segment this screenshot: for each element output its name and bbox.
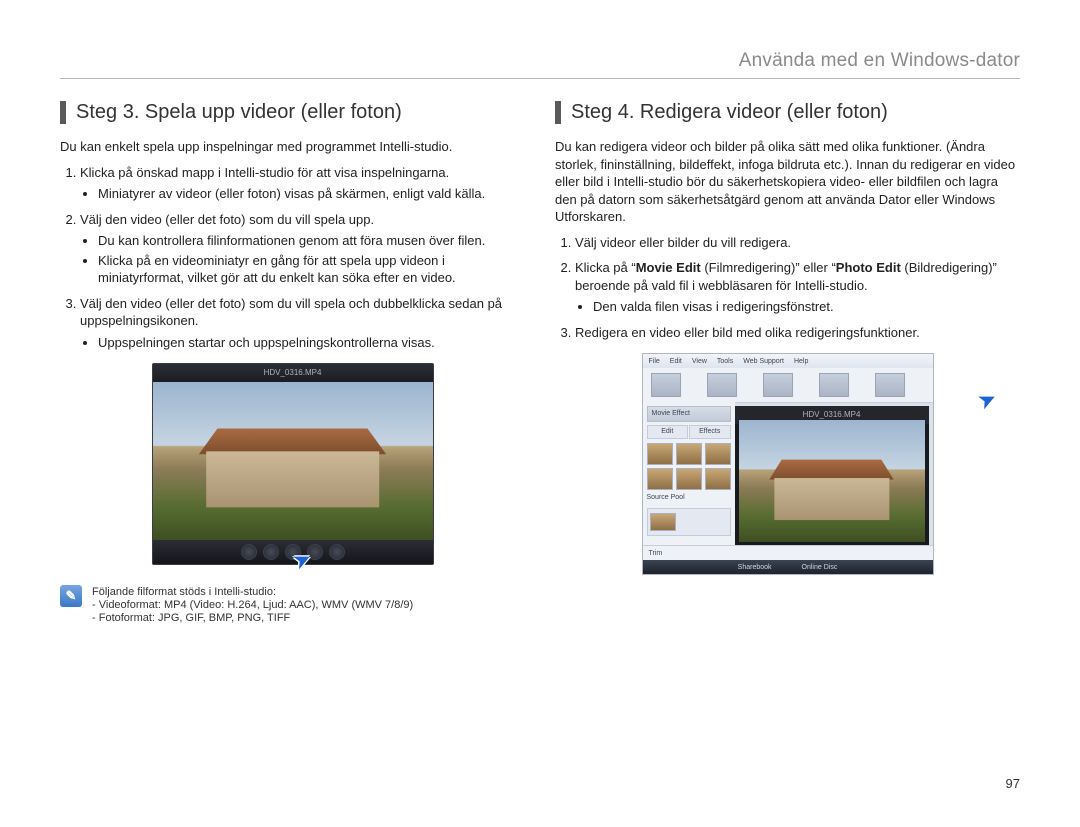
sub-item: Du kan kontrollera filinformationen geno…: [98, 232, 525, 250]
wall-shape: [206, 452, 380, 507]
panel-tabs: Edit Effects: [647, 425, 731, 439]
sub-item: Miniatyrer av videor (eller foton) visas…: [98, 185, 525, 203]
sublist: Den valda filen visas i redigeringsfönst…: [575, 298, 1020, 316]
format-note: ✎ Följande filformat stöds i Intelli-stu…: [60, 585, 525, 624]
editor-footer: Sharebook Online Disc: [643, 560, 933, 574]
effects-panel: Movie Effect Edit Effects: [643, 402, 735, 546]
list-item: Välj videor eller bilder du vill rediger…: [575, 234, 1020, 252]
pool-thumb[interactable]: [650, 513, 676, 531]
editor-body: Movie Effect Edit Effects: [643, 402, 933, 546]
list-item: Välj den video (eller det foto) som du v…: [80, 211, 525, 287]
effect-thumb[interactable]: [705, 443, 731, 465]
note-title: Följande filformat stöds i Intelli-studi…: [92, 586, 413, 598]
timeline-clip[interactable]: [651, 373, 681, 397]
sharebook-button[interactable]: Sharebook: [738, 564, 772, 571]
house-image: [206, 422, 380, 507]
player-controls: [153, 540, 433, 564]
house-image: [774, 455, 889, 521]
preview-image: [739, 420, 925, 542]
editor-menubar: File Edit View Tools Web Support Help: [643, 354, 933, 368]
section-header: Använda med en Windows-dator: [60, 50, 1020, 79]
play-pause-icon[interactable]: [285, 544, 301, 560]
skip-back-icon[interactable]: [241, 544, 257, 560]
left-column: Steg 3. Spela upp videor (eller foton) D…: [60, 101, 525, 624]
tab-edit[interactable]: Edit: [647, 425, 689, 439]
sub-item: Klicka på en videominiatyr en gång för a…: [98, 252, 525, 287]
menu-item[interactable]: File: [649, 358, 660, 365]
timeline-clip[interactable]: [707, 373, 737, 397]
forward-icon[interactable]: [307, 544, 323, 560]
menu-item[interactable]: View: [692, 358, 707, 365]
note-line: - Videoformat: MP4 (Video: H.264, Ljud: …: [92, 599, 413, 611]
video-frame: [153, 382, 433, 540]
header-title: Använda med en Windows-dator: [739, 50, 1020, 71]
roof-shape: [769, 455, 894, 480]
tab-effects[interactable]: Effects: [689, 425, 731, 439]
list-item: Klicka på “Movie Edit (Filmredigering)” …: [575, 259, 1020, 316]
source-pool: [647, 508, 731, 536]
video-player-window: HDV_0316.MP4: [152, 363, 434, 565]
step-text: Välj den video (eller det foto) som du v…: [80, 296, 502, 329]
editor-screenshot: File Edit View Tools Web Support Help: [555, 353, 1020, 575]
step3-heading: Steg 3. Spela upp videor (eller foton): [60, 101, 525, 124]
step-text-prefix: Klicka på “: [575, 260, 636, 275]
document-page: Använda med en Windows-dator Steg 3. Spe…: [0, 0, 1080, 827]
editor-toolbar: Trim: [643, 545, 933, 560]
skip-forward-icon[interactable]: [329, 544, 345, 560]
video-player-screenshot: HDV_0316.MP4 ➤: [60, 363, 525, 565]
editor-window: File Edit View Tools Web Support Help: [642, 353, 934, 575]
step3-list: Klicka på önskad mapp i Intelli-studio f…: [60, 164, 525, 352]
right-column: Steg 4. Redigera videor (eller foton) Du…: [555, 101, 1020, 624]
cursor-arrow-icon: ➤: [973, 385, 1001, 416]
effect-thumb[interactable]: [676, 468, 702, 490]
menu-item[interactable]: Edit: [670, 358, 682, 365]
sub-item: Uppspelningen startar och uppspelningsko…: [98, 334, 525, 352]
menu-item[interactable]: Help: [794, 358, 808, 365]
roof-shape: [199, 422, 386, 454]
sub-item: Den valda filen visas i redigeringsfönst…: [593, 298, 1020, 316]
effect-thumb[interactable]: [676, 443, 702, 465]
note-content: Följande filformat stöds i Intelli-studi…: [92, 585, 413, 624]
sublist: Du kan kontrollera filinformationen geno…: [80, 232, 525, 287]
step4-list: Välj videor eller bilder du vill rediger…: [555, 234, 1020, 342]
effect-thumb[interactable]: [705, 468, 731, 490]
effect-thumb[interactable]: [647, 443, 673, 465]
page-number: 97: [1006, 776, 1020, 791]
online-disc-button[interactable]: Online Disc: [802, 564, 838, 571]
step4-heading: Steg 4. Redigera videor (eller foton): [555, 101, 1020, 124]
timeline-clip[interactable]: [875, 373, 905, 397]
step3-intro: Du kan enkelt spela upp inspelningar med…: [60, 138, 525, 156]
source-pool-label: Source Pool: [647, 494, 731, 506]
editor-timeline: [643, 368, 933, 403]
effect-thumbnails: [647, 443, 731, 490]
step-text: Klicka på önskad mapp i Intelli-studio f…: [80, 165, 449, 180]
sublist: Uppspelningen startar och uppspelningsko…: [80, 334, 525, 352]
rewind-icon[interactable]: [263, 544, 279, 560]
step-text-mid: (Filmredigering)” eller “: [701, 260, 836, 275]
timeline-clip[interactable]: [763, 373, 793, 397]
timeline-clip[interactable]: [819, 373, 849, 397]
sublist: Miniatyrer av videor (eller foton) visas…: [80, 185, 525, 203]
wall-shape: [774, 478, 889, 521]
effect-thumb[interactable]: [647, 468, 673, 490]
step-text: Redigera en video eller bild med olika r…: [575, 325, 920, 340]
note-line: - Fotoformat: JPG, GIF, BMP, PNG, TIFF: [92, 612, 413, 624]
list-item: Redigera en video eller bild med olika r…: [575, 324, 1020, 342]
player-titlebar: HDV_0316.MP4: [153, 364, 433, 382]
menu-item[interactable]: Tools: [717, 358, 733, 365]
step-text: Välj videor eller bilder du vill rediger…: [575, 235, 791, 250]
movie-edit-label: Movie Edit: [636, 260, 701, 275]
menu-item[interactable]: Web Support: [743, 358, 784, 365]
step-text: Välj den video (eller det foto) som du v…: [80, 212, 374, 227]
photo-edit-label: Photo Edit: [836, 260, 901, 275]
step4-intro: Du kan redigera videor och bilder på oli…: [555, 138, 1020, 226]
list-item: Välj den video (eller det foto) som du v…: [80, 295, 525, 352]
two-column-layout: Steg 3. Spela upp videor (eller foton) D…: [60, 101, 1020, 624]
editor-preview: HDV_0316.MP4: [735, 406, 929, 546]
panel-title: Movie Effect: [647, 406, 731, 422]
trim-tool[interactable]: Trim: [649, 550, 663, 557]
note-icon: ✎: [60, 585, 82, 607]
list-item: Klicka på önskad mapp i Intelli-studio f…: [80, 164, 525, 203]
